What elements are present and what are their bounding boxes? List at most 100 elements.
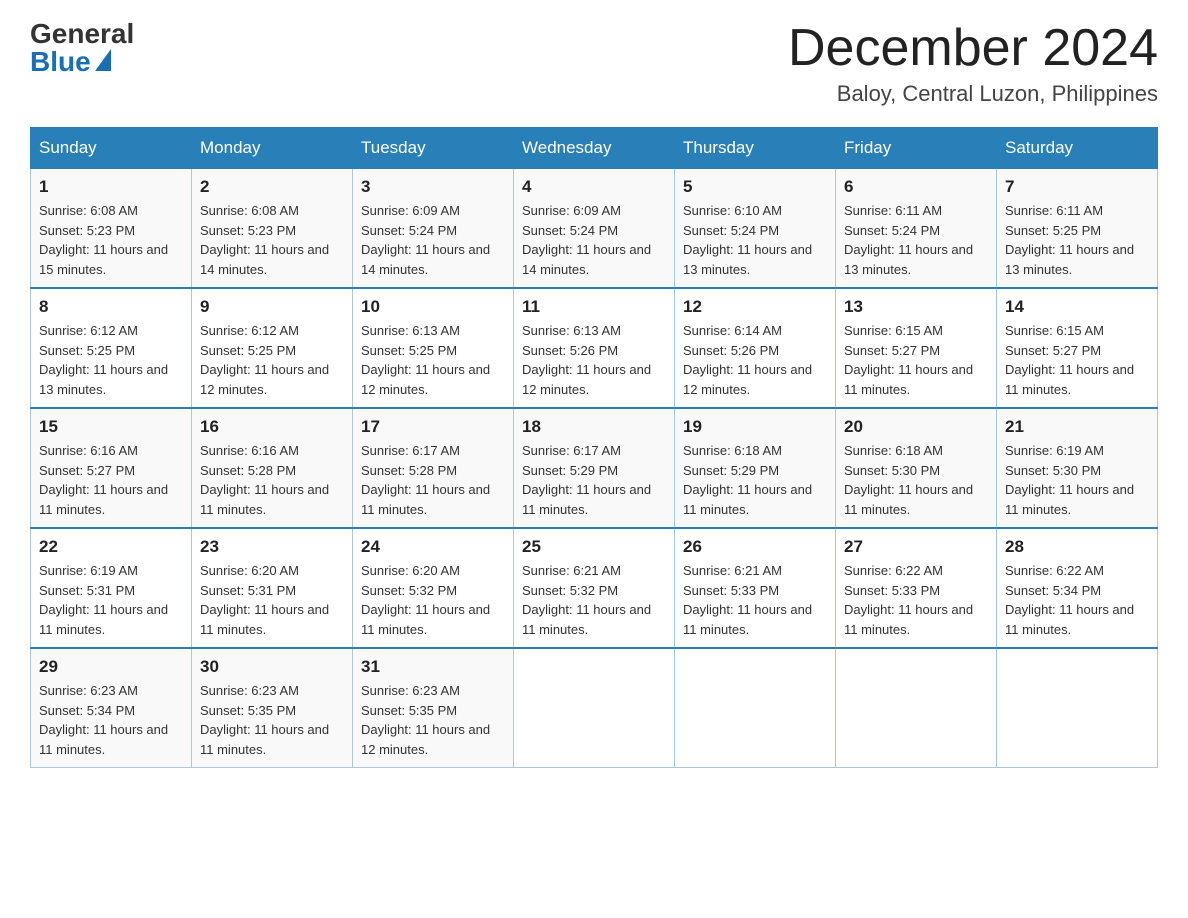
logo-blue-text: Blue: [30, 48, 111, 76]
day-number: 12: [683, 297, 827, 317]
calendar-week-row: 22 Sunrise: 6:19 AMSunset: 5:31 PMDayligh…: [31, 528, 1158, 648]
day-number: 4: [522, 177, 666, 197]
calendar-cell: 16Sunrise: 6:16 AMSunset: 5:28 PMDayligh…: [192, 408, 353, 528]
day-info: Sunrise: 6:23 AMSunset: 5:35 PMDaylight:…: [200, 681, 344, 759]
day-info: Sunrise: 6:13 AMSunset: 5:25 PMDaylight:…: [361, 321, 505, 399]
calendar-cell: 5 Sunrise: 6:10 AMSunset: 5:24 PMDaylight…: [675, 169, 836, 289]
day-number: 22: [39, 537, 183, 557]
calendar-cell: 30Sunrise: 6:23 AMSunset: 5:35 PMDayligh…: [192, 648, 353, 768]
day-number: 28: [1005, 537, 1149, 557]
calendar-week-row: 15 Sunrise: 6:16 AMSunset: 5:27 PMDayligh…: [31, 408, 1158, 528]
day-info: Sunrise: 6:14 AMSunset: 5:26 PMDaylight:…: [683, 321, 827, 399]
day-number: 11: [522, 297, 666, 317]
calendar-cell: 22 Sunrise: 6:19 AMSunset: 5:31 PMDayligh…: [31, 528, 192, 648]
day-info: Sunrise: 6:08 AMSunset: 5:23 PMDaylight:…: [39, 201, 183, 279]
day-number: 31: [361, 657, 505, 677]
month-year-title: December 2024: [788, 20, 1158, 77]
day-info: Sunrise: 6:12 AMSunset: 5:25 PMDaylight:…: [200, 321, 344, 399]
calendar-cell: 1 Sunrise: 6:08 AMSunset: 5:23 PMDaylight…: [31, 169, 192, 289]
calendar-cell: [514, 648, 675, 768]
day-info: Sunrise: 6:21 AMSunset: 5:33 PMDaylight:…: [683, 561, 827, 639]
day-info: Sunrise: 6:20 AMSunset: 5:31 PMDaylight:…: [200, 561, 344, 639]
day-info: Sunrise: 6:18 AMSunset: 5:30 PMDaylight:…: [844, 441, 988, 519]
calendar-cell: 17Sunrise: 6:17 AMSunset: 5:28 PMDayligh…: [353, 408, 514, 528]
calendar-week-row: 8 Sunrise: 6:12 AMSunset: 5:25 PMDaylight…: [31, 288, 1158, 408]
day-info: Sunrise: 6:15 AMSunset: 5:27 PMDaylight:…: [1005, 321, 1149, 399]
day-info: Sunrise: 6:09 AMSunset: 5:24 PMDaylight:…: [361, 201, 505, 279]
calendar-cell: 2Sunrise: 6:08 AMSunset: 5:23 PMDaylight…: [192, 169, 353, 289]
logo-general-text: General: [30, 20, 134, 48]
day-info: Sunrise: 6:20 AMSunset: 5:32 PMDaylight:…: [361, 561, 505, 639]
calendar-cell: 3Sunrise: 6:09 AMSunset: 5:24 PMDaylight…: [353, 169, 514, 289]
day-number: 8: [39, 297, 183, 317]
calendar-week-row: 29 Sunrise: 6:23 AMSunset: 5:34 PMDayligh…: [31, 648, 1158, 768]
day-info: Sunrise: 6:21 AMSunset: 5:32 PMDaylight:…: [522, 561, 666, 639]
day-info: Sunrise: 6:23 AMSunset: 5:35 PMDaylight:…: [361, 681, 505, 759]
calendar-week-row: 1 Sunrise: 6:08 AMSunset: 5:23 PMDaylight…: [31, 169, 1158, 289]
day-info: Sunrise: 6:17 AMSunset: 5:28 PMDaylight:…: [361, 441, 505, 519]
calendar-cell: 9 Sunrise: 6:12 AMSunset: 5:25 PMDaylight…: [192, 288, 353, 408]
day-number: 21: [1005, 417, 1149, 437]
day-number: 6: [844, 177, 988, 197]
day-info: Sunrise: 6:22 AMSunset: 5:33 PMDaylight:…: [844, 561, 988, 639]
day-number: 18: [522, 417, 666, 437]
day-number: 1: [39, 177, 183, 197]
day-number: 10: [361, 297, 505, 317]
calendar-cell: 6 Sunrise: 6:11 AMSunset: 5:24 PMDaylight…: [836, 169, 997, 289]
calendar-cell: 21 Sunrise: 6:19 AMSunset: 5:30 PMDayligh…: [997, 408, 1158, 528]
calendar-day-header: Tuesday: [353, 128, 514, 169]
day-number: 25: [522, 537, 666, 557]
calendar-cell: 13 Sunrise: 6:15 AMSunset: 5:27 PMDayligh…: [836, 288, 997, 408]
day-number: 14: [1005, 297, 1149, 317]
calendar-cell: 23 Sunrise: 6:20 AMSunset: 5:31 PMDayligh…: [192, 528, 353, 648]
calendar-table: SundayMondayTuesdayWednesdayThursdayFrid…: [30, 127, 1158, 768]
day-number: 29: [39, 657, 183, 677]
day-info: Sunrise: 6:15 AMSunset: 5:27 PMDaylight:…: [844, 321, 988, 399]
calendar-cell: 19 Sunrise: 6:18 AMSunset: 5:29 PMDayligh…: [675, 408, 836, 528]
day-info: Sunrise: 6:16 AMSunset: 5:28 PMDaylight:…: [200, 441, 344, 519]
day-info: Sunrise: 6:09 AMSunset: 5:24 PMDaylight:…: [522, 201, 666, 279]
calendar-cell: 25 Sunrise: 6:21 AMSunset: 5:32 PMDayligh…: [514, 528, 675, 648]
calendar-cell: 8 Sunrise: 6:12 AMSunset: 5:25 PMDaylight…: [31, 288, 192, 408]
calendar-day-header: Sunday: [31, 128, 192, 169]
calendar-day-header: Saturday: [997, 128, 1158, 169]
day-info: Sunrise: 6:22 AMSunset: 5:34 PMDaylight:…: [1005, 561, 1149, 639]
calendar-cell: 18 Sunrise: 6:17 AMSunset: 5:29 PMDayligh…: [514, 408, 675, 528]
logo-triangle-icon: [95, 49, 111, 71]
calendar-cell: 31 Sunrise: 6:23 AMSunset: 5:35 PMDayligh…: [353, 648, 514, 768]
day-info: Sunrise: 6:19 AMSunset: 5:30 PMDaylight:…: [1005, 441, 1149, 519]
calendar-cell: 7Sunrise: 6:11 AMSunset: 5:25 PMDaylight…: [997, 169, 1158, 289]
day-number: 19: [683, 417, 827, 437]
day-number: 2: [200, 177, 344, 197]
day-info: Sunrise: 6:13 AMSunset: 5:26 PMDaylight:…: [522, 321, 666, 399]
calendar-cell: 11 Sunrise: 6:13 AMSunset: 5:26 PMDayligh…: [514, 288, 675, 408]
day-info: Sunrise: 6:17 AMSunset: 5:29 PMDaylight:…: [522, 441, 666, 519]
day-info: Sunrise: 6:10 AMSunset: 5:24 PMDaylight:…: [683, 201, 827, 279]
title-block: December 2024 Baloy, Central Luzon, Phil…: [788, 20, 1158, 107]
day-info: Sunrise: 6:16 AMSunset: 5:27 PMDaylight:…: [39, 441, 183, 519]
calendar-header-row: SundayMondayTuesdayWednesdayThursdayFrid…: [31, 128, 1158, 169]
calendar-cell: [675, 648, 836, 768]
calendar-day-header: Wednesday: [514, 128, 675, 169]
calendar-cell: 24 Sunrise: 6:20 AMSunset: 5:32 PMDayligh…: [353, 528, 514, 648]
day-info: Sunrise: 6:11 AMSunset: 5:24 PMDaylight:…: [844, 201, 988, 279]
day-info: Sunrise: 6:23 AMSunset: 5:34 PMDaylight:…: [39, 681, 183, 759]
day-info: Sunrise: 6:12 AMSunset: 5:25 PMDaylight:…: [39, 321, 183, 399]
day-info: Sunrise: 6:19 AMSunset: 5:31 PMDaylight:…: [39, 561, 183, 639]
calendar-day-header: Monday: [192, 128, 353, 169]
day-number: 7: [1005, 177, 1149, 197]
calendar-cell: 12 Sunrise: 6:14 AMSunset: 5:26 PMDayligh…: [675, 288, 836, 408]
day-number: 15: [39, 417, 183, 437]
day-number: 24: [361, 537, 505, 557]
location-subtitle: Baloy, Central Luzon, Philippines: [788, 81, 1158, 107]
day-number: 5: [683, 177, 827, 197]
day-number: 23: [200, 537, 344, 557]
day-info: Sunrise: 6:18 AMSunset: 5:29 PMDaylight:…: [683, 441, 827, 519]
day-number: 9: [200, 297, 344, 317]
calendar-cell: 10 Sunrise: 6:13 AMSunset: 5:25 PMDayligh…: [353, 288, 514, 408]
calendar-cell: 4 Sunrise: 6:09 AMSunset: 5:24 PMDaylight…: [514, 169, 675, 289]
day-number: 26: [683, 537, 827, 557]
day-number: 13: [844, 297, 988, 317]
calendar-cell: [836, 648, 997, 768]
day-number: 27: [844, 537, 988, 557]
